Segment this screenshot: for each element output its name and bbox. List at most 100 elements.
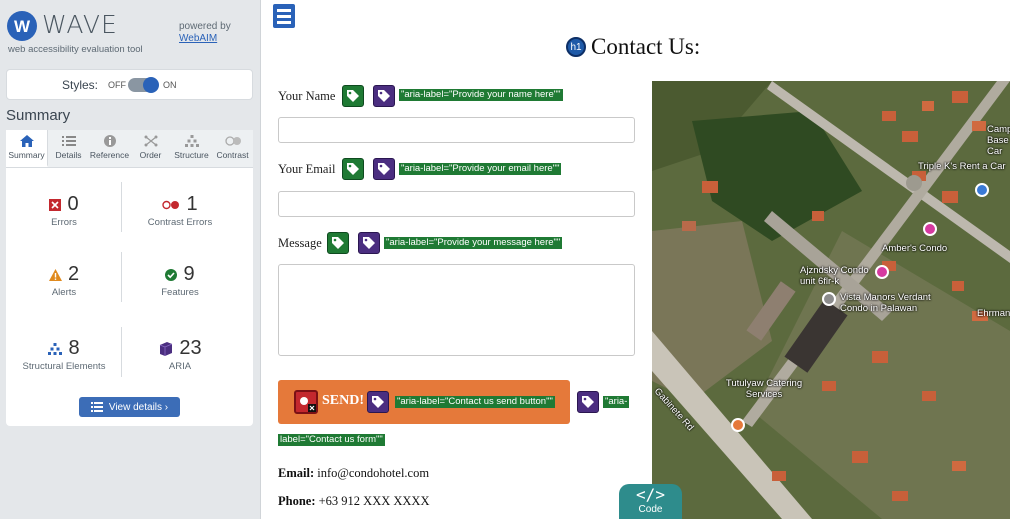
stat-contrast-errors[interactable]: 1 Contrast Errors bbox=[122, 193, 238, 228]
svg-text:W: W bbox=[14, 17, 31, 36]
hotel-pin-icon[interactable] bbox=[923, 222, 937, 236]
message-textarea[interactable] bbox=[278, 264, 635, 356]
tab-reference[interactable]: Reference bbox=[89, 130, 130, 167]
aria-label-email: "aria-label="Provide your email here"" bbox=[399, 163, 562, 175]
label-tag-icon[interactable] bbox=[342, 158, 364, 180]
hotel-pin-icon[interactable] bbox=[875, 265, 889, 279]
location-pin-icon[interactable] bbox=[822, 292, 836, 306]
code-icon: </> bbox=[636, 485, 665, 504]
email-input[interactable] bbox=[278, 191, 635, 217]
contrast-errors-label: Contrast Errors bbox=[147, 217, 213, 228]
stat-structural[interactable]: 8 Structural Elements bbox=[6, 337, 122, 372]
toggle-knob[interactable] bbox=[143, 77, 159, 93]
view-details-button[interactable]: View details › bbox=[79, 397, 180, 417]
errors-count: 0 bbox=[67, 193, 79, 215]
aria-tag-icon[interactable] bbox=[373, 158, 395, 180]
page-content: h1 Contact Us: Your Name "aria-label="Pr… bbox=[262, 0, 1024, 519]
alert-icon bbox=[48, 268, 62, 281]
map-label: Amber's Condo bbox=[882, 243, 948, 254]
tab-structure[interactable]: Structure bbox=[171, 130, 212, 167]
aria-label-send: "aria-label="Contact us send button"" bbox=[395, 396, 555, 408]
code-label: Code bbox=[638, 504, 663, 515]
wave-tabs: Summary Details Reference Order Structur… bbox=[6, 130, 253, 168]
list-icon bbox=[90, 402, 103, 412]
summary-panel: Summary Details Reference Order Structur… bbox=[6, 130, 253, 426]
powered-by: powered by WebAIM bbox=[179, 21, 231, 45]
tab-label: Summary bbox=[8, 150, 45, 160]
send-button[interactable]: SEND! "aria-label="Contact us send butto… bbox=[278, 380, 570, 424]
map-label: Tutulyaw Catering Services bbox=[725, 378, 803, 400]
aria-form-icon[interactable] bbox=[272, 3, 296, 29]
styles-off-label: OFF bbox=[108, 80, 126, 90]
wave-logo-icon: W bbox=[7, 11, 37, 41]
structural-label: Structural Elements bbox=[22, 361, 106, 372]
webaim-link[interactable]: WebAIM bbox=[179, 33, 231, 45]
map-label: Ajzndsky Condo unit 6flr-k bbox=[800, 265, 869, 287]
restaurant-pin-icon[interactable] bbox=[731, 418, 745, 432]
styles-toggle-box: Styles: OFF ON bbox=[6, 69, 253, 100]
phone-info-label: Phone: bbox=[278, 494, 316, 508]
message-label: Message bbox=[278, 236, 322, 250]
structure-icon bbox=[48, 342, 63, 355]
order-icon bbox=[144, 135, 157, 147]
styles-on-label: ON bbox=[163, 80, 177, 90]
styles-toggle[interactable] bbox=[128, 77, 159, 93]
wave-logo-text: WAVE bbox=[42, 10, 118, 39]
error-icon bbox=[49, 198, 62, 211]
map-label: Triple K's Rent a Car bbox=[918, 161, 1006, 172]
car-rental-pin-icon[interactable] bbox=[975, 183, 989, 197]
alerts-count: 2 bbox=[67, 263, 80, 285]
stat-aria[interactable]: 23 ARIA bbox=[122, 337, 238, 372]
list-icon bbox=[61, 136, 76, 146]
view-details-label: View details › bbox=[108, 401, 169, 413]
stat-features[interactable]: 9 Features bbox=[122, 263, 238, 298]
tab-contrast[interactable]: Contrast bbox=[212, 130, 253, 167]
aria-label-message: "aria-label="Provide your message here"" bbox=[384, 237, 563, 249]
aria-tag-icon[interactable] bbox=[367, 391, 389, 413]
name-input[interactable] bbox=[278, 117, 635, 143]
name-label: Your Name bbox=[278, 89, 336, 103]
alerts-label: Alerts bbox=[51, 287, 77, 298]
tab-label: Details bbox=[55, 150, 82, 160]
features-label: Features bbox=[161, 287, 199, 298]
aria-tag-icon[interactable] bbox=[373, 85, 395, 107]
stat-alerts[interactable]: 2 Alerts bbox=[6, 263, 122, 298]
home-icon bbox=[19, 135, 34, 147]
label-tag-icon[interactable] bbox=[327, 232, 349, 254]
structural-count: 8 bbox=[68, 337, 80, 359]
label-tag-icon[interactable] bbox=[342, 85, 364, 107]
features-count: 9 bbox=[183, 263, 195, 285]
tab-details[interactable]: Details bbox=[48, 130, 89, 167]
tab-label: Structure bbox=[174, 150, 209, 160]
aria-label-form-end: label="Contact us form"" bbox=[278, 434, 385, 446]
tab-label: Order bbox=[139, 150, 162, 160]
contrast-icon bbox=[224, 136, 241, 146]
page-title: Contact Us: bbox=[591, 34, 701, 59]
powered-by-text: powered by bbox=[179, 21, 231, 32]
email-info-label: Email: bbox=[278, 466, 315, 480]
map-embed[interactable]: Camp Base Car Triple K's Rent a Car Ambe… bbox=[652, 81, 1010, 519]
aria-tag-icon[interactable] bbox=[358, 232, 380, 254]
map-label: Ehrmann bbox=[977, 308, 1010, 319]
info-icon bbox=[103, 135, 116, 147]
error-icon[interactable] bbox=[294, 390, 318, 414]
tab-label: Reference bbox=[89, 150, 130, 160]
send-label: SEND! bbox=[322, 393, 365, 408]
contrast-errors-count: 1 bbox=[186, 193, 198, 215]
tab-order[interactable]: Order bbox=[130, 130, 171, 167]
tab-label: Contrast bbox=[216, 150, 249, 160]
stat-errors[interactable]: 0 Errors bbox=[6, 193, 122, 228]
styles-label: Styles: bbox=[62, 78, 99, 92]
code-toggle-button[interactable]: </> Code bbox=[619, 484, 682, 519]
h1-icon[interactable]: h1 bbox=[566, 37, 586, 57]
contact-phone: Phone: +63 912 XXX XXXX bbox=[278, 494, 430, 509]
aria-count: 23 bbox=[179, 337, 202, 359]
structure-icon bbox=[184, 135, 199, 147]
tab-summary[interactable]: Summary bbox=[6, 130, 48, 167]
aria-label-form-start: "aria- bbox=[603, 396, 630, 408]
errors-label: Errors bbox=[51, 217, 77, 228]
wave-subtitle: web accessibility evaluation tool bbox=[8, 44, 143, 55]
wave-sidebar: W WAVE web accessibility evaluation tool… bbox=[0, 0, 261, 519]
aria-tag-icon[interactable] bbox=[577, 391, 599, 413]
title-row: h1 Contact Us: bbox=[566, 34, 700, 60]
